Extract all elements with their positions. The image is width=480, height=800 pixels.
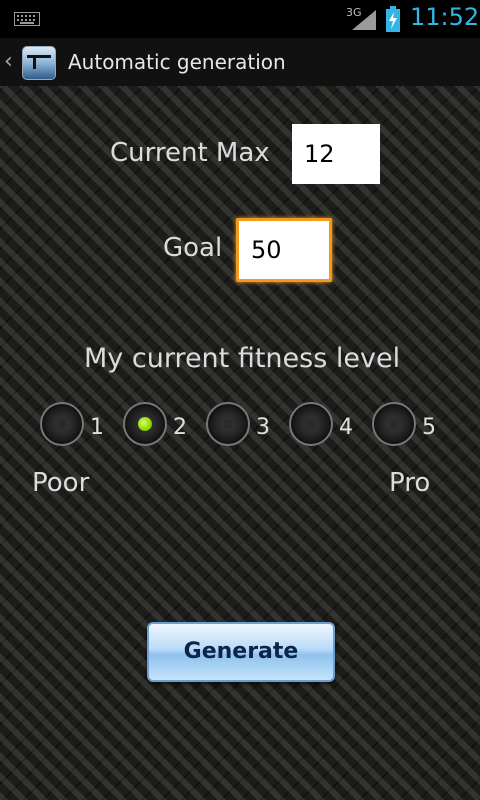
app-logo-icon[interactable] xyxy=(22,46,56,80)
fitness-radio-2[interactable] xyxy=(123,402,167,446)
goal-label: Goal xyxy=(163,233,223,263)
main-content: Current Max 12 Goal 50 My current fitnes… xyxy=(0,86,480,800)
current-max-input[interactable]: 12 xyxy=(292,124,380,184)
up-navigation-icon[interactable]: ‹ xyxy=(4,49,13,74)
clock: 11:52 xyxy=(410,3,480,31)
battery-charging-icon xyxy=(386,6,400,32)
fitness-radio-4-label: 4 xyxy=(339,415,353,440)
page-title: Automatic generation xyxy=(68,50,286,74)
signal-icon xyxy=(352,10,376,30)
fitness-radio-5[interactable] xyxy=(372,402,416,446)
fitness-radio-4[interactable] xyxy=(289,402,333,446)
goal-input[interactable]: 50 xyxy=(236,218,332,282)
fitness-radio-1-label: 1 xyxy=(90,415,104,440)
status-bar: 3G 11:52 xyxy=(0,0,480,38)
fitness-radio-1[interactable] xyxy=(40,402,84,446)
fitness-radio-5-label: 5 xyxy=(422,415,436,440)
fitness-radio-3[interactable] xyxy=(206,402,250,446)
fitness-radio-2-label: 2 xyxy=(173,415,187,440)
keyboard-icon xyxy=(14,12,40,26)
fitness-level-label: My current fitness level xyxy=(84,343,401,374)
current-max-label: Current Max xyxy=(110,138,270,168)
fitness-radio-3-label: 3 xyxy=(256,415,270,440)
scale-high-label: Pro xyxy=(389,468,431,498)
action-bar: ‹ Automatic generation xyxy=(0,38,480,87)
generate-button[interactable]: Generate xyxy=(147,622,335,682)
scale-low-label: Poor xyxy=(32,468,90,498)
